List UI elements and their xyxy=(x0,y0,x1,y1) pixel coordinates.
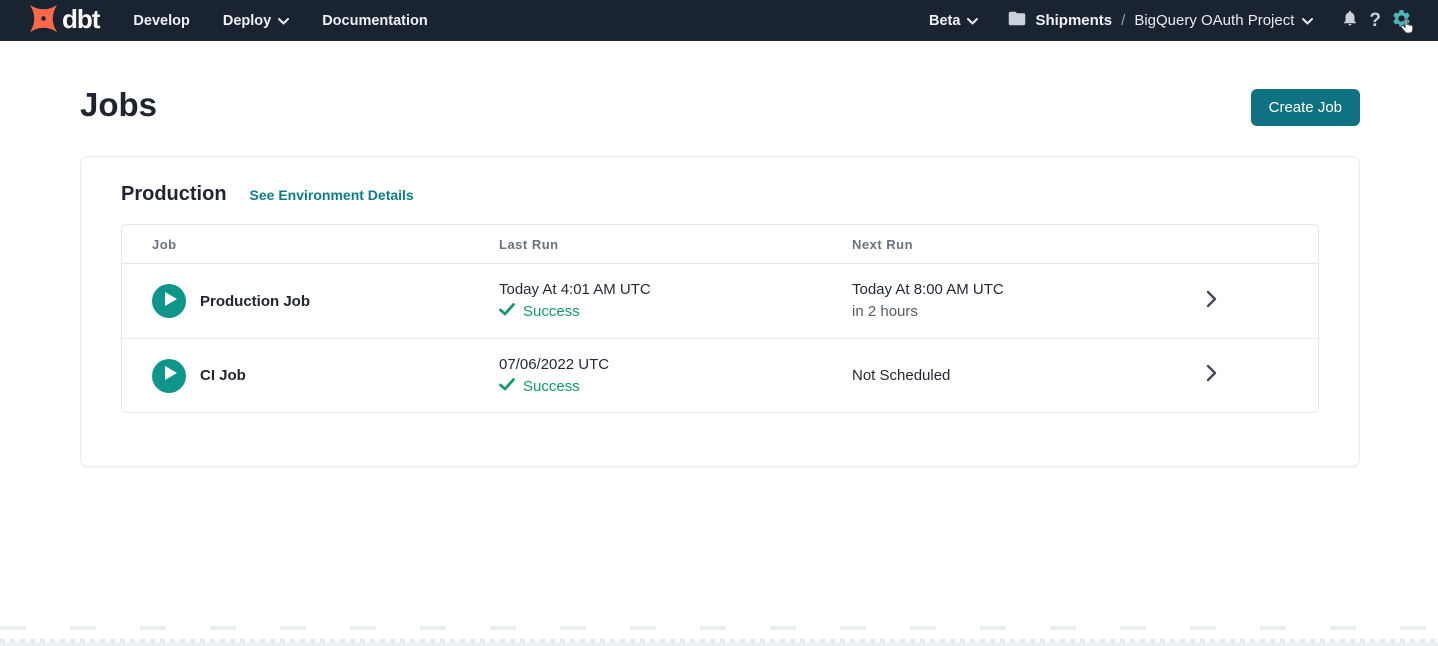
project-breadcrumb[interactable]: Shipments / BigQuery OAuth Project xyxy=(1008,11,1313,31)
play-icon xyxy=(152,282,186,321)
run-job-button[interactable] xyxy=(152,284,186,318)
row-open-chevron[interactable] xyxy=(1104,364,1318,387)
table-row-production-job[interactable]: Production Job Today At 4:01 AM UTC Succ… xyxy=(122,264,1318,338)
last-run-cell: Today At 4:01 AM UTC Success xyxy=(499,280,852,322)
bottom-dashed-texture xyxy=(0,626,1438,630)
status-badge: Success xyxy=(523,377,580,397)
beta-dropdown[interactable]: Beta xyxy=(929,13,978,29)
project-name: BigQuery OAuth Project xyxy=(1134,12,1294,29)
see-environment-details-link[interactable]: See Environment Details xyxy=(250,187,414,203)
dbt-logo-text: dbt xyxy=(62,6,99,35)
nav-item-develop[interactable]: Develop xyxy=(133,13,189,29)
next-run-time: Not Scheduled xyxy=(852,366,1104,386)
jobs-table: Job Last Run Next Run Production Job Tod… xyxy=(121,224,1319,413)
environment-header: Production See Environment Details xyxy=(81,157,1359,206)
nav-item-label: Documentation xyxy=(322,13,428,29)
breadcrumb-separator: / xyxy=(1121,12,1125,29)
help-icon: ? xyxy=(1369,10,1381,32)
next-run-cell: Today At 8:00 AM UTC in 2 hours xyxy=(852,280,1104,322)
settings-button[interactable] xyxy=(1391,8,1412,34)
last-run-time: 07/06/2022 UTC xyxy=(499,355,852,375)
column-header-job: Job xyxy=(122,237,499,252)
table-row-ci-job[interactable]: CI Job 07/06/2022 UTC Success Not Schedu… xyxy=(122,338,1318,412)
bell-icon xyxy=(1341,8,1359,33)
environment-name: Production xyxy=(121,183,227,206)
nav-links: Develop Deploy Documentation xyxy=(133,13,427,29)
column-header-last-run: Last Run xyxy=(499,237,852,252)
dbt-logo-icon xyxy=(27,3,60,39)
status-badge: Success xyxy=(523,302,580,322)
next-run-cell: Not Scheduled xyxy=(852,366,1104,386)
last-run-cell: 07/06/2022 UTC Success xyxy=(499,355,852,397)
nav-item-label: Develop xyxy=(133,13,189,29)
check-icon xyxy=(499,302,515,322)
job-name: CI Job xyxy=(200,367,246,384)
notifications-button[interactable] xyxy=(1341,8,1359,33)
beta-label: Beta xyxy=(929,13,960,29)
navbar-right: Beta Shipments / BigQuery OAuth Project xyxy=(929,8,1412,34)
mouse-cursor-pointer xyxy=(1399,18,1414,40)
dbt-logo[interactable]: dbt xyxy=(27,3,99,39)
job-name: Production Job xyxy=(200,293,310,310)
nav-item-label: Deploy xyxy=(223,13,271,29)
environment-card: Production See Environment Details Job L… xyxy=(80,156,1360,467)
row-open-chevron[interactable] xyxy=(1104,290,1318,313)
column-header-next-run: Next Run xyxy=(852,237,1104,252)
nav-item-documentation[interactable]: Documentation xyxy=(322,13,428,29)
chevron-right-icon xyxy=(1206,290,1217,313)
chevron-down-icon xyxy=(1302,12,1313,30)
bottom-edge-bar xyxy=(0,642,1438,646)
jobs-table-header: Job Last Run Next Run xyxy=(122,225,1318,264)
job-cell: CI Job xyxy=(122,359,499,393)
jobs-page: dbt Develop Deploy Documentation Beta xyxy=(0,0,1438,646)
chevron-down-icon xyxy=(967,13,978,29)
page-title: Jobs xyxy=(80,85,157,125)
folder-icon xyxy=(1008,11,1026,31)
check-icon xyxy=(499,377,515,397)
chevron-down-icon xyxy=(278,13,289,29)
create-job-button[interactable]: Create Job xyxy=(1251,89,1360,126)
top-navbar: dbt Develop Deploy Documentation Beta xyxy=(0,0,1438,41)
nav-item-deploy[interactable]: Deploy xyxy=(223,13,289,29)
play-icon xyxy=(152,356,186,395)
next-run-time: Today At 8:00 AM UTC xyxy=(852,280,1104,300)
last-run-time: Today At 4:01 AM UTC xyxy=(499,280,852,300)
help-button[interactable]: ? xyxy=(1369,10,1381,32)
run-job-button[interactable] xyxy=(152,359,186,393)
account-name: Shipments xyxy=(1035,12,1112,29)
job-cell: Production Job xyxy=(122,284,499,318)
chevron-right-icon xyxy=(1206,364,1217,387)
next-run-note: in 2 hours xyxy=(852,302,1104,322)
